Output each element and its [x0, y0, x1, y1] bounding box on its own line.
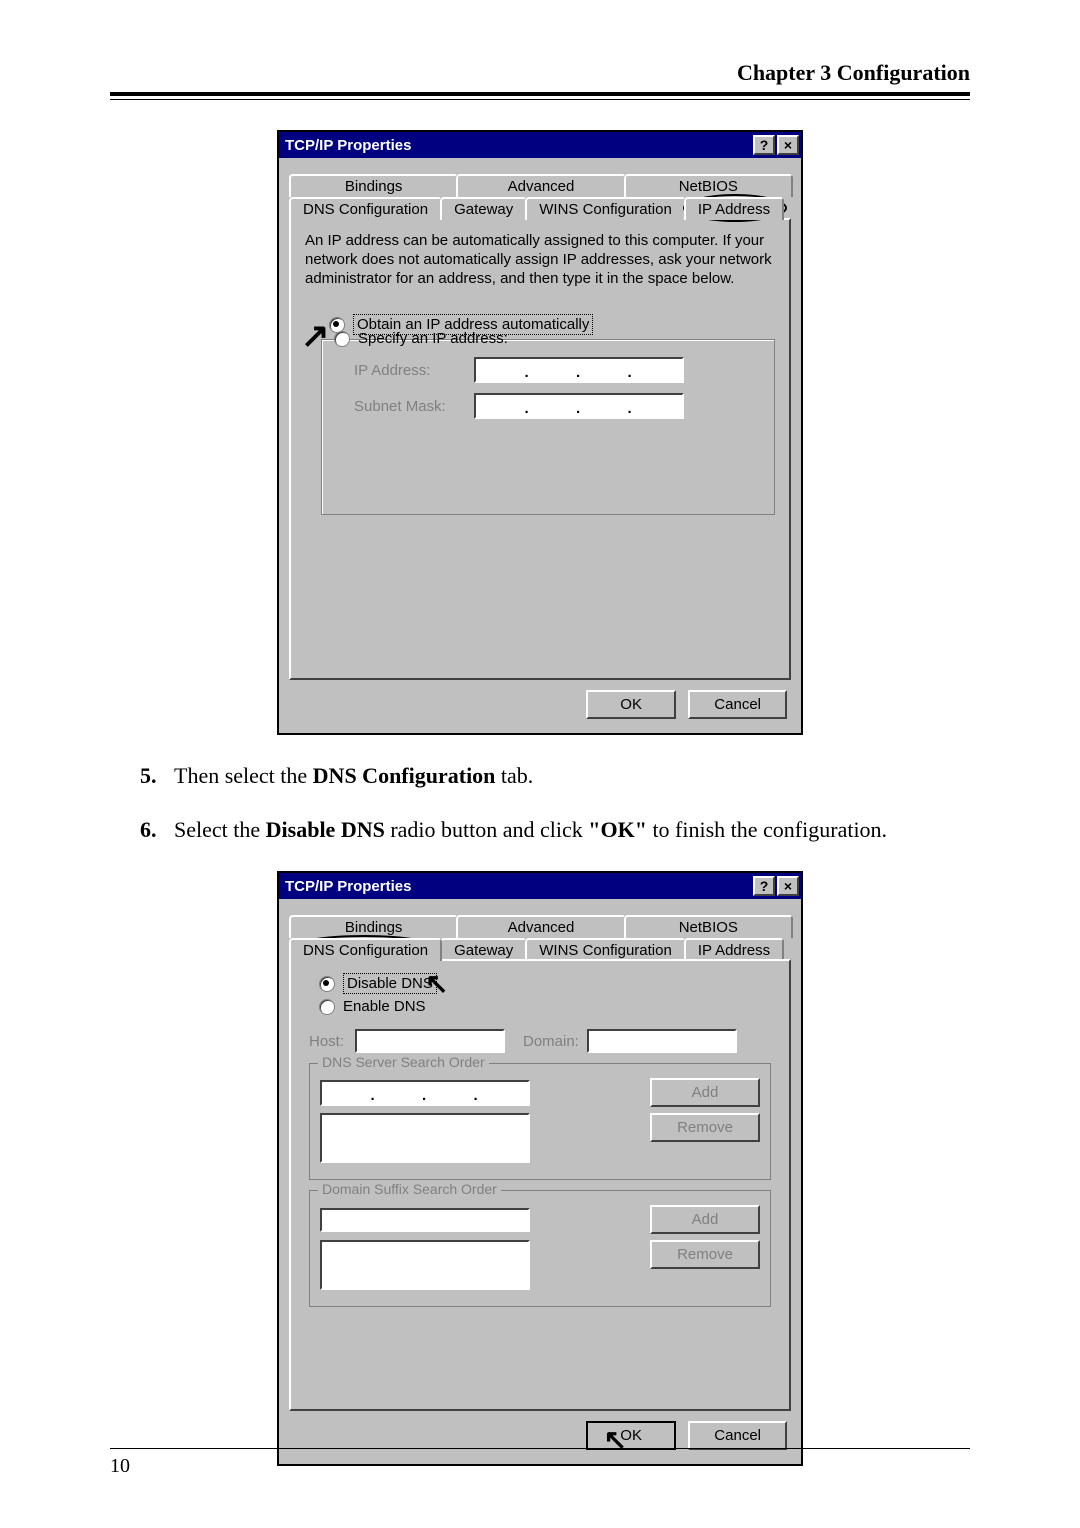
radio-enable-dns[interactable]: Enable DNS [319, 998, 775, 1015]
group-title: Domain Suffix Search Order [318, 1181, 501, 1197]
radio-disable-label: Disable DNS [343, 973, 437, 994]
tab-gateway[interactable]: Gateway [440, 938, 527, 961]
header-rule [110, 92, 970, 100]
close-button[interactable]: × [777, 876, 799, 896]
page-header: Chapter 3 Configuration [110, 60, 970, 86]
radio-specify-label: Specify an IP address: [358, 330, 508, 347]
titlebar: TCP/IP Properties ? × [279, 132, 801, 158]
tab-netbios[interactable]: NetBIOS [624, 174, 793, 197]
ip-description: An IP address can be automatically assig… [305, 232, 775, 288]
cancel-button[interactable]: Cancel [688, 1421, 787, 1450]
dns-search-order-group: DNS Server Search Order Add [309, 1063, 771, 1180]
domain-input[interactable] [587, 1029, 737, 1053]
step-5: 5. Then select the DNS Configuration tab… [140, 763, 970, 789]
tcpip-dialog-1: TCP/IP Properties ? × Bindings Advanced … [277, 130, 803, 735]
step-6: 6. Select the Disable DNS radio button a… [140, 817, 970, 843]
tab-gateway[interactable]: Gateway [440, 197, 527, 220]
ok-button[interactable]: OK [586, 1421, 676, 1450]
radio-dot-icon [319, 999, 335, 1015]
suffix-remove-button[interactable]: Remove [650, 1240, 760, 1269]
footer-rule [110, 1448, 970, 1449]
cancel-button[interactable]: Cancel [688, 690, 787, 719]
tab-bindings[interactable]: Bindings [289, 174, 458, 197]
arrow-annotation: ↖ [425, 967, 448, 1000]
dns-server-input[interactable] [320, 1080, 530, 1106]
host-input[interactable] [355, 1029, 505, 1053]
ok-button[interactable]: OK [586, 690, 676, 719]
dns-add-button[interactable]: Add [650, 1078, 760, 1107]
tab-advanced[interactable]: Advanced [456, 915, 625, 938]
dialog-title: TCP/IP Properties [285, 878, 751, 895]
suffix-list[interactable] [320, 1240, 530, 1290]
suffix-add-button[interactable]: Add [650, 1205, 760, 1234]
domain-suffix-group: Domain Suffix Search Order Add Remove [309, 1190, 771, 1307]
domain-label: Domain: [523, 1033, 587, 1050]
tab-advanced[interactable]: Advanced [456, 174, 625, 197]
tab-ip-address[interactable]: IP Address [684, 938, 784, 961]
dns-server-list[interactable] [320, 1113, 530, 1163]
radio-disable-dns[interactable]: Disable DNS [319, 973, 775, 994]
dialog-title: TCP/IP Properties [285, 137, 751, 154]
step-number: 5. [140, 763, 174, 789]
host-label: Host: [309, 1033, 355, 1050]
ip-address-label: IP Address: [354, 362, 474, 379]
tab-panel-ip: An IP address can be automatically assig… [289, 218, 791, 680]
suffix-input[interactable] [320, 1208, 530, 1232]
titlebar: TCP/IP Properties ? × [279, 873, 801, 899]
tab-ip-address[interactable]: IP Address [684, 197, 784, 220]
close-button[interactable]: × [777, 135, 799, 155]
tab-netbios[interactable]: NetBIOS [624, 915, 793, 938]
radio-enable-label: Enable DNS [343, 998, 426, 1015]
radio-dot-icon [334, 331, 350, 347]
tcpip-dialog-2: TCP/IP Properties ? × Bindings Advanced … [277, 871, 803, 1466]
step-number: 6. [140, 817, 174, 843]
step-text: Select the Disable DNS radio button and … [174, 817, 970, 843]
step-text: Then select the DNS Configuration tab. [174, 763, 970, 789]
subnet-mask-label: Subnet Mask: [354, 398, 474, 415]
tab-panel-dns: Disable DNS ↖ Enable DNS Host: Domain: [289, 959, 791, 1411]
radio-dot-icon [319, 976, 335, 992]
help-button[interactable]: ? [753, 135, 775, 155]
dns-remove-button[interactable]: Remove [650, 1113, 760, 1142]
tab-wins[interactable]: WINS Configuration [525, 938, 686, 961]
ip-address-input[interactable] [474, 357, 684, 383]
specify-groupbox: Specify an IP address: IP Address: [321, 339, 775, 515]
help-button[interactable]: ? [753, 876, 775, 896]
arrow-annotation: ↗ [301, 316, 330, 356]
page-number: 10 [110, 1455, 970, 1478]
tab-dns-config[interactable]: DNS Configuration [289, 938, 442, 961]
tab-wins[interactable]: WINS Configuration [525, 197, 686, 220]
subnet-mask-input[interactable] [474, 393, 684, 419]
group-title: DNS Server Search Order [318, 1054, 489, 1070]
tab-dns-config[interactable]: DNS Configuration [289, 197, 442, 220]
